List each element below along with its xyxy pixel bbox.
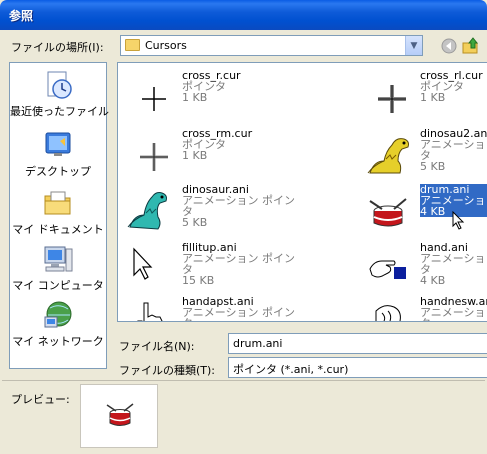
place-my-computer[interactable]: マイ コンピュータ: [10, 243, 106, 293]
place-my-network[interactable]: マイ ネットワーク: [10, 299, 106, 349]
place-my-documents[interactable]: マイ ドキュメント: [10, 187, 106, 237]
lookin-label: ファイルの場所(I):: [11, 41, 104, 54]
window-title: 参照: [9, 9, 34, 23]
fist-hand-icon: [364, 299, 412, 321]
file-item-fillitup[interactable]: fillitup.ani アニメーション ポインタ 15 KB: [122, 239, 302, 295]
preview-divider: [2, 380, 485, 452]
file-item-dinosau2[interactable]: dinosau2.ani アニメーション ポインタ 5 KB: [360, 125, 487, 181]
file-item-hand[interactable]: hand.ani アニメーション ポインタ 4 KB: [360, 239, 487, 295]
my-computer-icon: [42, 243, 74, 275]
yellow-dinosaur-icon: [364, 131, 412, 179]
my-documents-icon: [42, 187, 74, 219]
file-item-drum[interactable]: drum.ani アニメーション ポ 4 KB: [360, 181, 487, 237]
preview-label: プレビュー:: [11, 393, 70, 406]
hand-icon: [364, 245, 412, 293]
place-recent[interactable]: 最近使ったファイル: [10, 69, 109, 119]
filename-label: ファイル名(N):: [119, 340, 195, 353]
mouse-pointer-icon: [452, 211, 465, 230]
file-type: アニメーション ポインタ: [182, 306, 296, 321]
cross-cursor-medium-icon: [126, 131, 174, 179]
file-list[interactable]: cross_r.cur ポインタ 1 KB cross_rl.cur ポインタ …: [117, 62, 487, 322]
places-bar: 最近使ったファイル デスクトップ マイ ドキュメント マイ コンピュータ マイ …: [9, 62, 109, 369]
preview-pane: [80, 384, 158, 448]
place-desktop[interactable]: デスクトップ: [10, 129, 106, 179]
file-type: アニメーション ポインタ: [182, 194, 296, 218]
filename-input[interactable]: drum.ani: [228, 333, 487, 354]
file-item-handapst[interactable]: handapst.ani アニメーション ポインタ: [122, 293, 302, 321]
file-type: アニメーション ポインタ: [420, 306, 487, 321]
file-size: 5 KB: [182, 216, 208, 229]
file-size: 5 KB: [420, 160, 446, 173]
file-item-handnesw[interactable]: handnesw.ani アニメーション ポインタ: [360, 293, 487, 321]
folder-icon: [125, 39, 140, 51]
chevron-down-icon[interactable]: ▼: [405, 36, 422, 55]
file-type: アニメーション ポインタ: [420, 252, 487, 276]
file-size: 15 KB: [182, 274, 215, 287]
title-bar[interactable]: 参照: [0, 0, 487, 30]
file-item-cross-rm[interactable]: cross_rm.cur ポインタ 1 KB: [122, 125, 302, 181]
file-item-dinosaur[interactable]: dinosaur.ani アニメーション ポインタ 5 KB: [122, 181, 302, 237]
lookin-combo[interactable]: Cursors ▼: [120, 35, 423, 56]
file-item-cross-r[interactable]: cross_r.cur ポインタ 1 KB: [122, 67, 302, 123]
network-icon: [42, 299, 74, 331]
cross-cursor-icon: [126, 73, 174, 121]
filetype-select[interactable]: ポインタ (*.ani, *.cur): [228, 357, 487, 378]
teal-dinosaur-icon: [126, 187, 174, 235]
cross-cursor-large-icon: [364, 73, 412, 121]
file-size: 1 KB: [182, 91, 208, 104]
pointing-hand-icon: [126, 299, 174, 321]
recent-documents-icon: [42, 69, 74, 101]
file-size: 1 KB: [182, 149, 208, 162]
arrow-cursor-icon: [126, 245, 174, 293]
file-type: アニメーション ポインタ: [182, 252, 296, 276]
filetype-label: ファイルの種類(T):: [119, 364, 216, 377]
file-type: アニメーション ポインタ: [420, 138, 487, 162]
file-size: 4 KB: [420, 274, 446, 287]
back-icon[interactable]: [440, 37, 458, 55]
drum-icon: [364, 187, 412, 235]
file-size: 1 KB: [420, 91, 446, 104]
file-item-cross-rl[interactable]: cross_rl.cur ポインタ 1 KB: [360, 67, 487, 123]
up-folder-icon[interactable]: [462, 37, 480, 55]
drum-preview-icon: [106, 403, 134, 426]
desktop-icon: [42, 129, 74, 161]
lookin-value: Cursors: [145, 39, 187, 52]
